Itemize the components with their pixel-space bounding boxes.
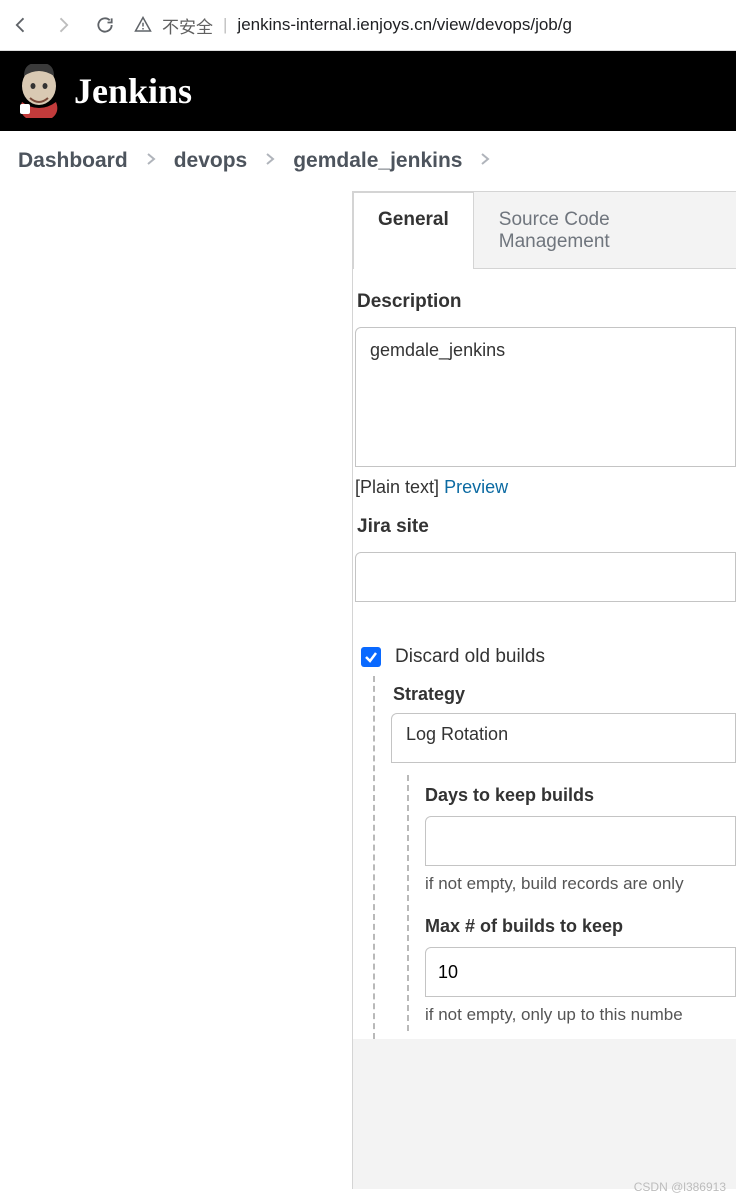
breadcrumb-devops[interactable]: devops <box>174 149 248 173</box>
description-format: [Plain text] Preview <box>355 477 736 498</box>
days-label: Days to keep builds <box>425 785 736 806</box>
preview-link[interactable]: Preview <box>444 477 508 497</box>
format-plaintext: [Plain text] <box>355 477 439 497</box>
max-input[interactable] <box>425 947 736 997</box>
strategy-value: Log Rotation <box>406 724 508 744</box>
config-tabs: General Source Code Management <box>353 192 736 269</box>
jira-section: Jira site <box>353 516 736 620</box>
strategy-label: Strategy <box>391 684 736 705</box>
url-separator: | <box>223 15 227 35</box>
forward-button[interactable] <box>50 12 76 38</box>
description-value: gemdale_jenkins <box>370 340 505 360</box>
description-textarea[interactable]: gemdale_jenkins <box>355 327 736 467</box>
tab-content: Description gemdale_jenkins [Plain text]… <box>353 269 736 1039</box>
tab-source-code-management[interactable]: Source Code Management <box>474 192 736 269</box>
max-label: Max # of builds to keep <box>425 916 736 937</box>
discard-old-builds-row: Discard old builds <box>361 646 736 668</box>
description-section: Description gemdale_jenkins [Plain text]… <box>353 291 736 516</box>
strategy-nested: Days to keep builds if not empty, build … <box>407 775 736 1031</box>
watermark: CSDN @l386913 <box>634 1180 726 1194</box>
jenkins-header: Jenkins <box>0 51 736 131</box>
jenkins-name: Jenkins <box>74 70 192 112</box>
description-label: Description <box>355 291 736 313</box>
tab-general[interactable]: General <box>353 192 474 269</box>
insecure-icon <box>134 16 152 34</box>
chevron-right-icon <box>146 152 156 171</box>
days-input[interactable] <box>425 816 736 866</box>
jenkins-logo[interactable]: Jenkins <box>14 64 192 118</box>
chevron-right-icon <box>480 152 490 171</box>
security-label: 不安全 <box>162 13 213 38</box>
reload-button[interactable] <box>92 12 118 38</box>
discard-nested: Strategy Log Rotation Days to keep build… <box>373 676 736 1039</box>
back-button[interactable] <box>8 12 34 38</box>
config-panel: General Source Code Management Descripti… <box>352 191 736 1189</box>
discard-checkbox[interactable] <box>361 647 381 667</box>
browser-toolbar: 不安全 | jenkins-internal.ienjoys.cn/view/d… <box>0 0 736 51</box>
url-text: jenkins-internal.ienjoys.cn/view/devops/… <box>237 15 572 35</box>
chevron-right-icon <box>265 152 275 171</box>
jira-input[interactable] <box>355 552 736 602</box>
max-help: if not empty, only up to this numbe <box>425 1005 736 1025</box>
jenkins-icon <box>14 64 64 118</box>
discard-label: Discard old builds <box>395 646 545 668</box>
strategy-select[interactable]: Log Rotation <box>391 713 736 763</box>
breadcrumb: Dashboard devops gemdale_jenkins <box>0 131 736 191</box>
breadcrumb-gemdale[interactable]: gemdale_jenkins <box>293 149 462 173</box>
address-bar[interactable]: 不安全 | jenkins-internal.ienjoys.cn/view/d… <box>134 13 728 38</box>
days-help: if not empty, build records are only <box>425 874 736 894</box>
jira-label: Jira site <box>355 516 736 538</box>
breadcrumb-dashboard[interactable]: Dashboard <box>18 149 128 173</box>
